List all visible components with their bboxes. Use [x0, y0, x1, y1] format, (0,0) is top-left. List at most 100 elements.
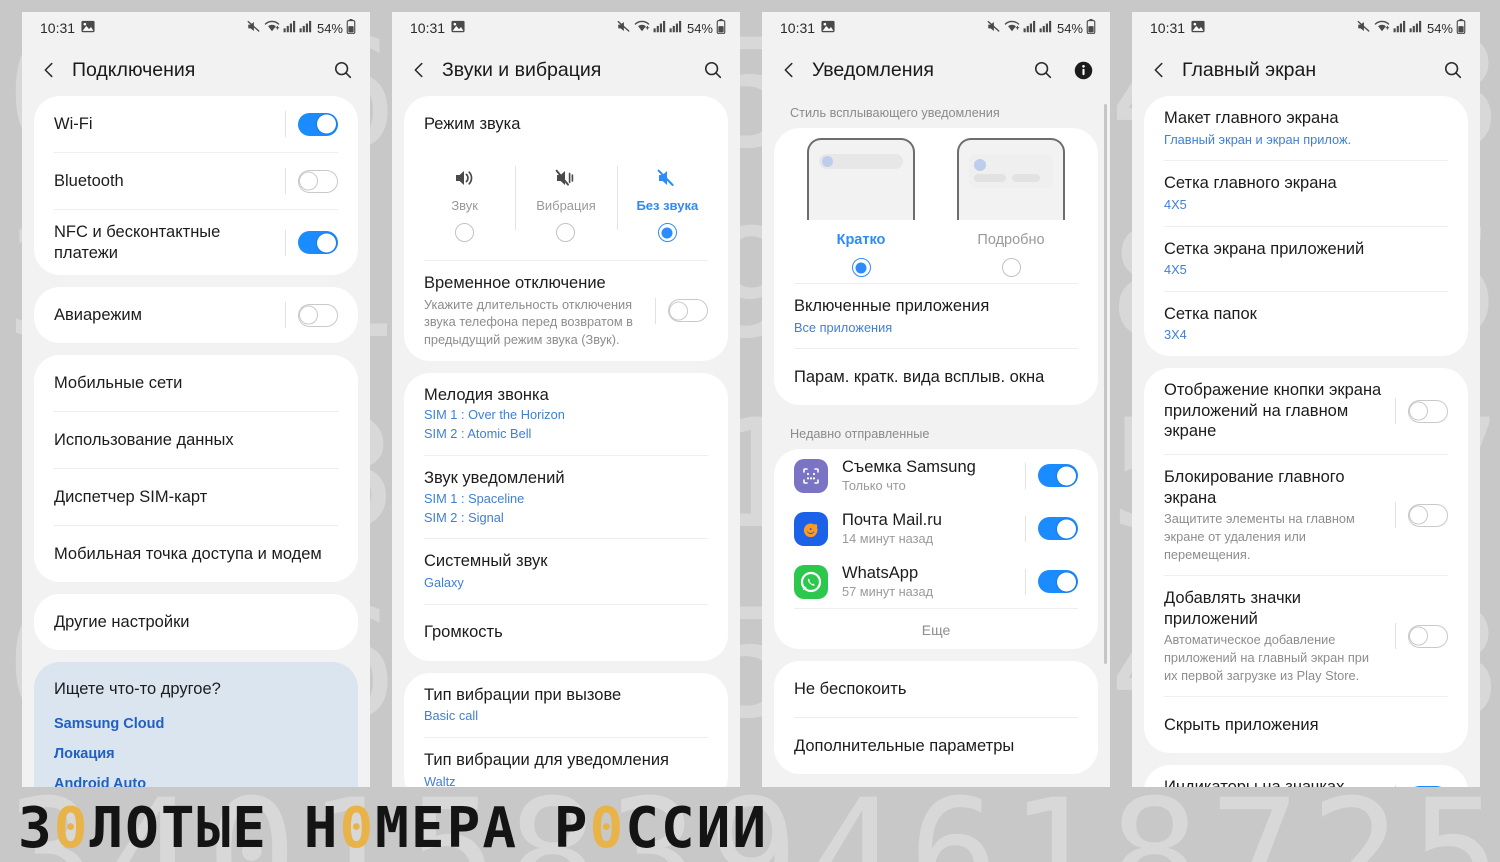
sound-mode-header: Режим звука	[408, 96, 724, 152]
watermark-segment: ЛОТЫЕ Н	[89, 795, 340, 861]
back-icon[interactable]	[1144, 55, 1174, 85]
row-title: Режим звука	[424, 114, 521, 133]
back-icon[interactable]	[774, 55, 804, 85]
search-icon[interactable]	[330, 57, 356, 83]
sound-mode-option[interactable]: Звук	[414, 158, 515, 248]
settings-row[interactable]: Мобильная точка доступа и модем	[38, 526, 354, 582]
scrollbar[interactable]	[1104, 104, 1107, 664]
info-icon[interactable]	[1070, 57, 1096, 83]
site-watermark: З0ЛОТЫЕ Н0МЕРА Р0ССИИ	[0, 794, 1500, 862]
row-texts: Скрыть приложения	[1164, 703, 1448, 748]
row-title: Другие настройки	[54, 612, 190, 631]
whatsapp-icon	[794, 564, 828, 599]
toggle-switch[interactable]	[668, 299, 708, 323]
settings-row[interactable]: Индикаторы на значкахОтображать с числом	[1148, 765, 1464, 787]
settings-row[interactable]: Авиарежим	[38, 287, 354, 343]
settings-row[interactable]: Тип вибрации для уведомления Waltz	[408, 738, 724, 787]
toggle-divider	[655, 297, 656, 324]
settings-row[interactable]: Сетка папок 3X4	[1148, 292, 1464, 356]
row-texts: Временное отключение Укажите длительность…	[424, 261, 643, 361]
sound-mode-label: Звук	[451, 198, 478, 213]
search-icon[interactable]	[1030, 57, 1056, 83]
watermark-text: З0ЛОТЫЕ Н0МЕРА Р0ССИИ	[0, 796, 768, 861]
settings-row[interactable]: Скрыть приложения	[1148, 697, 1464, 753]
phone-screenshot-row: 10:31 54% Подключения Wi-Fi Bluetooth NFC и б…	[0, 0, 1500, 794]
settings-row[interactable]: Блокирование главного экрана Защитите эле…	[1148, 455, 1464, 575]
settings-row[interactable]: Сетка главного экрана 4X5	[1148, 161, 1464, 225]
page-title: Подключения	[72, 58, 196, 81]
settings-row[interactable]: Звук уведомлений SIM 1 : Spaceline SIM 2 :…	[408, 456, 724, 538]
settings-row[interactable]: Использование данных	[38, 412, 354, 468]
row-title: NFC и бесконтактные платежи	[54, 223, 221, 262]
settings-row[interactable]: NFC и бесконтактные платежи	[38, 210, 354, 275]
toggle-divider	[1395, 784, 1396, 787]
settings-row[interactable]: Тип вибрации при вызове Basic call	[408, 673, 724, 737]
promo-link[interactable]: Локация	[54, 739, 338, 769]
toggle-switch[interactable]	[1038, 570, 1078, 594]
row-title: Сетка главного экрана	[1164, 174, 1337, 193]
toggle-switch[interactable]	[1408, 786, 1448, 787]
row-subtitle: 3X4	[1164, 327, 1187, 343]
settings-row[interactable]: Временное отключение Укажите длительность…	[408, 261, 724, 361]
search-icon[interactable]	[1440, 57, 1466, 83]
popup-style-option[interactable]: Кратко	[786, 138, 936, 277]
back-icon[interactable]	[404, 55, 434, 85]
toggle-switch[interactable]	[1038, 517, 1078, 541]
sound-mode-radio[interactable]	[556, 223, 576, 242]
settings-row[interactable]: Wi-Fi	[38, 96, 354, 152]
preview-line	[1012, 174, 1040, 182]
settings-row[interactable]: Другие настройки	[38, 594, 354, 650]
sound-mode-option[interactable]: Без звука	[616, 158, 718, 248]
settings-row[interactable]: Диспетчер SIM-карт	[38, 469, 354, 525]
sound-mode-radio[interactable]	[455, 223, 475, 242]
app-notification-row[interactable]: Почта Mail.ru 14 минут назад	[778, 502, 1094, 555]
toggle-switch[interactable]	[1038, 464, 1078, 488]
screenshot-root: 093640158394618725307 340158394618725307…	[0, 0, 1500, 862]
toggle-switch[interactable]	[298, 231, 338, 255]
sound-mode-radio[interactable]	[657, 223, 677, 242]
sound-mode-selector: Звук Вибрация Без звука	[408, 152, 724, 260]
settings-row[interactable]: Добавлять значки приложений Автоматическо…	[1148, 576, 1464, 696]
status-bar-left: 10:31	[410, 20, 465, 36]
settings-row[interactable]: Отображение кнопки экрана приложений на …	[1148, 368, 1464, 454]
row-title: Тип вибрации для уведомления	[424, 750, 669, 769]
row-title: Макет главного экрана	[1164, 109, 1339, 127]
settings-row[interactable]: Парам. кратк. вида всплыв. окна	[778, 349, 1094, 405]
sound-mode-option[interactable]: Вибрация	[515, 158, 616, 248]
status-time: 10:31	[410, 20, 446, 36]
settings-row[interactable]: Системный звук Galaxy	[408, 539, 724, 603]
settings-content: Режим звука Звук Вибрация Без звука Временно…	[392, 96, 740, 787]
settings-row[interactable]: Макет главного экрана Главный экран и экр…	[1148, 96, 1464, 160]
promo-link[interactable]: Samsung Cloud	[54, 709, 338, 739]
popup-style-option[interactable]: Подробно	[936, 138, 1086, 277]
popup-style-radio[interactable]	[851, 258, 871, 277]
toggle-switch[interactable]	[1408, 503, 1448, 527]
row-title: Громкость	[424, 623, 503, 642]
toggle-divider	[1025, 568, 1026, 595]
promo-link[interactable]: Android Auto	[54, 769, 338, 787]
row-subtitle: Waltz	[424, 773, 456, 787]
row-texts: Индикаторы на значкахОтображать с числом	[1164, 765, 1383, 787]
toggle-switch[interactable]	[1408, 624, 1448, 648]
back-icon[interactable]	[34, 55, 64, 85]
settings-row[interactable]: Громкость	[408, 605, 724, 661]
toggle-switch[interactable]	[298, 169, 338, 193]
settings-row[interactable]: Bluetooth	[38, 153, 354, 209]
settings-row[interactable]: Сетка экрана приложений 4X5	[1148, 227, 1464, 291]
search-icon[interactable]	[700, 57, 726, 83]
sound-mode-label: Вибрация	[536, 198, 596, 213]
toggle-switch[interactable]	[298, 303, 338, 327]
settings-row[interactable]: Включенные приложения Все приложения	[778, 284, 1094, 348]
settings-row[interactable]: Не беспокоить	[778, 661, 1094, 717]
more-button[interactable]: Еще	[778, 609, 1094, 649]
settings-row[interactable]: Мелодия звонка SIM 1 : Over the Horizon SI…	[408, 373, 724, 455]
app-notification-row[interactable]: WhatsApp 57 минут назад	[778, 555, 1094, 608]
toggle-switch[interactable]	[1408, 399, 1448, 423]
settings-row[interactable]: Мобильные сети	[38, 355, 354, 411]
app-notification-row[interactable]: Съемка Samsung Только что	[778, 449, 1094, 502]
toggle-switch[interactable]	[298, 112, 338, 136]
popup-style-radio[interactable]	[1001, 258, 1021, 277]
toggle-divider	[285, 302, 286, 329]
section-label: Недавно отправленные	[790, 427, 930, 442]
settings-row[interactable]: Дополнительные параметры	[778, 718, 1094, 774]
